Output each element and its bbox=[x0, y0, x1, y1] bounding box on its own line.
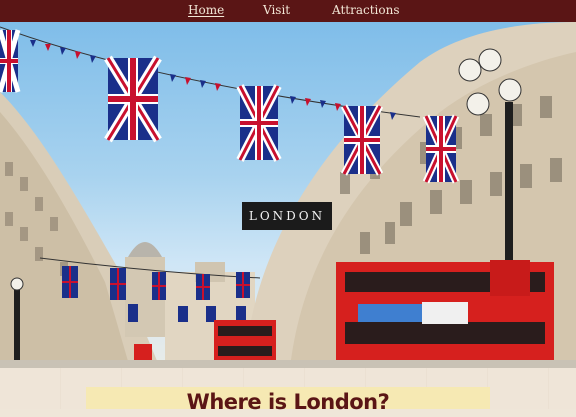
nav-home-link[interactable]: Home bbox=[188, 0, 224, 22]
london-street-photo bbox=[0, 22, 576, 368]
hero-title-label: LONDON bbox=[242, 202, 332, 230]
top-nav: Home Visit Attractions bbox=[0, 0, 576, 22]
hero-banner: LONDON bbox=[0, 22, 576, 368]
section-heading: Where is London? bbox=[186, 390, 390, 414]
nav-attractions-link[interactable]: Attractions bbox=[332, 0, 399, 22]
nav-visit-link[interactable]: Visit bbox=[263, 0, 290, 22]
